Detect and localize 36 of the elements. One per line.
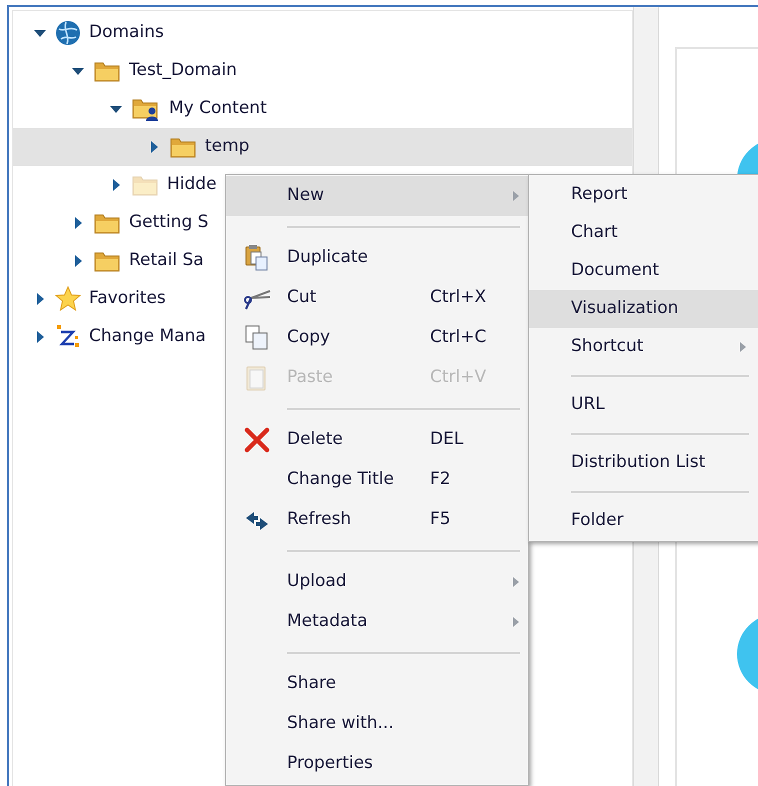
menu-label: Copy	[287, 326, 332, 350]
menu-label: Properties	[287, 752, 374, 776]
menu-label: Cut	[287, 286, 318, 310]
shortcut-text: F5	[430, 508, 451, 532]
menu-label: URL	[571, 393, 605, 416]
tree-label: Favorites	[89, 287, 166, 310]
shortcut-text: Ctrl+X	[430, 286, 486, 310]
shortcut-text: Ctrl+C	[430, 326, 486, 350]
menu-label: Chart	[571, 221, 618, 244]
menu-label: Visualization	[571, 297, 678, 320]
menu-label: Report	[571, 183, 628, 206]
menu-label: Upload	[287, 570, 348, 594]
tree-label: Hidde	[167, 173, 217, 196]
shortcut-text: F2	[430, 468, 451, 492]
menu-label: Shortcut	[571, 335, 644, 358]
tree-label: Test_Domain	[129, 59, 237, 82]
menu-label: Change Title	[287, 468, 395, 492]
shortcut-text: Ctrl+V	[430, 366, 486, 390]
tree-label: Domains	[89, 21, 164, 44]
menu-label: Share with...	[287, 712, 395, 736]
menu-label: Duplicate	[287, 246, 369, 270]
shortcut-text: DEL	[430, 428, 464, 452]
tree-label: Retail Sa	[129, 249, 204, 272]
menu-label: Share	[287, 672, 338, 696]
tree-label: Change Mana	[89, 325, 206, 348]
menu-label: Delete	[287, 428, 344, 452]
tree-label: My Content	[169, 97, 267, 120]
menu-label: Folder	[571, 509, 624, 532]
tree-label: temp	[205, 135, 250, 158]
menu-label: Document	[571, 259, 660, 282]
menu-label: New	[287, 184, 326, 208]
menu-label: Metadata	[287, 610, 369, 634]
menu-label: Paste	[287, 366, 334, 390]
menu-label: Distribution List	[571, 451, 706, 474]
tree-label: Getting S	[129, 211, 208, 234]
menu-label: Refresh	[287, 508, 352, 532]
